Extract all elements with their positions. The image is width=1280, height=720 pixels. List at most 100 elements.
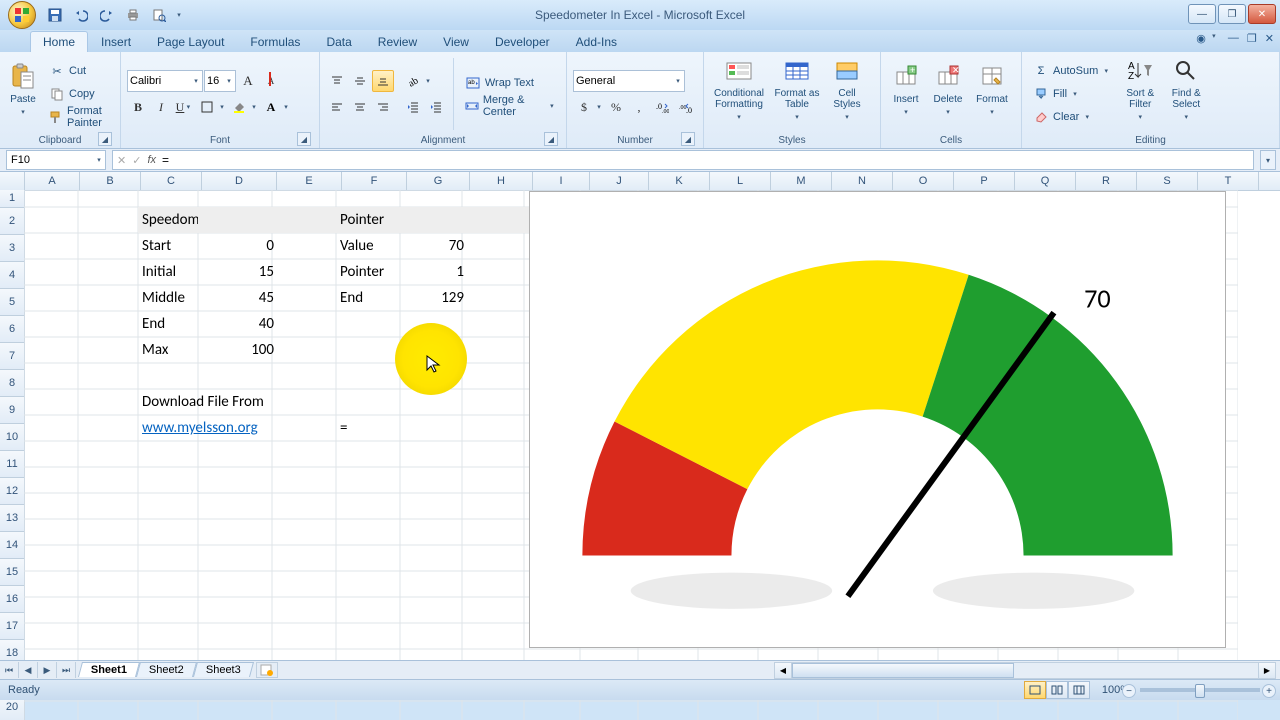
row-header[interactable]: 4 [0, 262, 25, 289]
new-sheet-button[interactable] [256, 662, 278, 678]
help-icon[interactable]: ◉ [1196, 32, 1206, 45]
tab-data[interactable]: Data [313, 31, 364, 52]
column-header[interactable]: I [533, 172, 590, 190]
tab-page-layout[interactable]: Page Layout [144, 31, 237, 52]
merge-center-button[interactable]: Merge & Center▾ [460, 95, 560, 117]
cell[interactable]: End [138, 311, 204, 337]
zoom-in-button[interactable]: + [1262, 684, 1276, 698]
number-format-combo[interactable]: General▾ [573, 70, 685, 92]
sheet-tab[interactable]: Sheet3 [193, 662, 254, 677]
format-as-table-button[interactable]: Format as Table▾ [772, 54, 822, 124]
minimize-ribbon-button[interactable]: — [1228, 32, 1239, 45]
sheet-tab[interactable]: Sheet2 [136, 662, 197, 677]
column-header[interactable]: T [1198, 172, 1259, 190]
borders-button[interactable] [196, 96, 218, 118]
cell[interactable] [198, 207, 342, 233]
name-box[interactable]: F10▾ [6, 150, 106, 170]
chart-object[interactable]: 70 [529, 191, 1226, 648]
tab-review[interactable]: Review [365, 31, 430, 52]
normal-view-button[interactable] [1024, 681, 1046, 699]
cell[interactable]: Pointer [336, 259, 406, 285]
select-all-button[interactable] [0, 172, 25, 191]
cell[interactable]: 15 [198, 259, 278, 285]
cell[interactable]: 1 [400, 259, 468, 285]
page-layout-view-button[interactable] [1046, 681, 1068, 699]
cell[interactable]: 0 [198, 233, 278, 259]
cancel-formula-icon[interactable]: ✕ [117, 154, 126, 167]
clear-button[interactable]: Clear▾ [1028, 106, 1115, 128]
formula-bar[interactable]: ✕ ✓ fx = [112, 150, 1254, 170]
row-header[interactable]: 7 [0, 343, 25, 370]
cell[interactable]: End [336, 285, 406, 311]
align-top-button[interactable] [326, 70, 348, 92]
fill-button[interactable]: Fill▾ [1028, 83, 1115, 105]
cell[interactable]: www.myelsson.org [138, 415, 346, 441]
insert-cells-button[interactable]: +Insert▾ [887, 54, 925, 124]
worksheet-grid[interactable]: ABCDEFGHIJKLMNOPQRST 1234567891011121314… [0, 172, 1280, 660]
tab-home[interactable]: Home [30, 31, 88, 52]
tab-formulas[interactable]: Formulas [237, 31, 313, 52]
next-sheet-button[interactable]: ▶ [38, 662, 57, 678]
tab-view[interactable]: View [430, 31, 482, 52]
cell[interactable]: 129 [400, 285, 468, 311]
horizontal-scrollbar[interactable]: ◀ ▶ [774, 662, 1276, 679]
column-header[interactable]: N [832, 172, 893, 190]
grow-font-button[interactable]: A [237, 70, 259, 92]
format-cells-button[interactable]: Format▾ [971, 54, 1013, 124]
cell-styles-button[interactable]: Cell Styles▾ [826, 54, 868, 124]
print-preview-icon[interactable] [148, 4, 170, 26]
prev-sheet-button[interactable]: ◀ [19, 662, 38, 678]
row-header[interactable]: 11 [0, 451, 25, 478]
cell[interactable]: Max [138, 337, 204, 363]
row-header[interactable]: 6 [0, 316, 25, 343]
expand-formula-bar-button[interactable]: ▾ [1260, 150, 1276, 170]
column-header[interactable]: A [25, 172, 80, 190]
decrease-indent-button[interactable] [402, 96, 424, 118]
cut-button[interactable]: ✂Cut [44, 60, 114, 82]
cell[interactable]: 45 [198, 285, 278, 311]
column-header[interactable]: S [1137, 172, 1198, 190]
row-header[interactable]: 9 [0, 397, 25, 424]
cell[interactable]: Middle [138, 285, 204, 311]
sheet-tab[interactable]: Sheet1 [78, 662, 140, 677]
office-button[interactable] [8, 1, 36, 29]
alignment-launcher[interactable]: ◢ [544, 132, 558, 146]
format-painter-button[interactable]: Format Painter [44, 106, 114, 128]
column-header[interactable]: P [954, 172, 1015, 190]
qat-more-icon[interactable]: ▾ [174, 4, 184, 26]
align-middle-button[interactable] [349, 70, 371, 92]
align-bottom-button[interactable] [372, 70, 394, 92]
last-sheet-button[interactable]: ⏭ [57, 662, 76, 678]
font-color-button[interactable]: A [260, 96, 282, 118]
fill-color-button[interactable] [228, 96, 250, 118]
maximize-button[interactable]: ❐ [1218, 4, 1246, 24]
cell[interactable]: Start [138, 233, 204, 259]
increase-indent-button[interactable] [425, 96, 447, 118]
percent-format-button[interactable]: % [605, 96, 627, 118]
close-workbook-button[interactable]: ✕ [1265, 32, 1274, 45]
align-left-button[interactable] [326, 96, 348, 118]
page-break-view-button[interactable] [1068, 681, 1090, 699]
autosum-button[interactable]: ΣAutoSum▾ [1028, 60, 1115, 82]
first-sheet-button[interactable]: ⏮ [0, 662, 19, 678]
column-header[interactable]: O [893, 172, 954, 190]
row-header[interactable]: 16 [0, 586, 25, 613]
sort-filter-button[interactable]: AZSort & Filter▾ [1119, 54, 1161, 124]
column-header[interactable]: E [277, 172, 342, 190]
undo-icon[interactable] [70, 4, 92, 26]
cell[interactable]: Initial [138, 259, 204, 285]
cell[interactable]: 70 [400, 233, 468, 259]
save-icon[interactable] [44, 4, 66, 26]
row-header[interactable]: 12 [0, 478, 25, 505]
bold-button[interactable]: B [127, 96, 149, 118]
redo-icon[interactable] [96, 4, 118, 26]
copy-button[interactable]: Copy [44, 83, 114, 105]
shrink-font-button[interactable]: A [260, 70, 282, 92]
row-header[interactable]: 5 [0, 289, 25, 316]
scroll-left-button[interactable]: ◀ [775, 663, 792, 678]
column-header[interactable]: J [590, 172, 649, 190]
paste-button[interactable]: Paste ▾ [6, 54, 40, 124]
align-center-button[interactable] [349, 96, 371, 118]
column-header[interactable]: F [342, 172, 407, 190]
tab-add-ins[interactable]: Add-Ins [563, 31, 630, 52]
